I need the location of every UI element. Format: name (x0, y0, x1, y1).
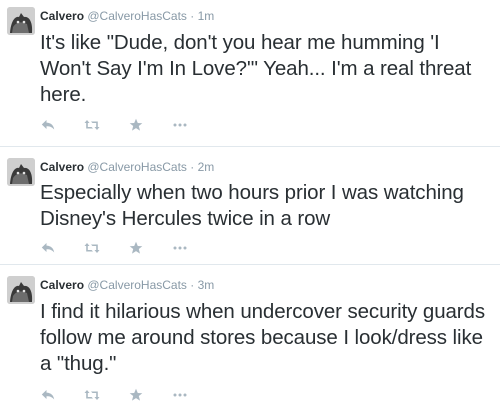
header-separator: · (190, 9, 195, 23)
avatar-cat-image (7, 276, 35, 304)
more-icon (173, 123, 187, 127)
more-button[interactable] (172, 240, 188, 256)
more-icon (173, 246, 187, 250)
tweet[interactable]: Calvero @CalveroHasCats · 1m It's like "… (0, 0, 500, 146)
tweet-actions (40, 240, 216, 256)
retweet-button[interactable] (84, 117, 100, 133)
author-handle[interactable]: @CalveroHasCats (87, 160, 187, 174)
retweet-button[interactable] (84, 387, 100, 403)
reply-button[interactable] (40, 117, 56, 133)
retweet-icon (84, 120, 100, 130)
author-name[interactable]: Calvero (40, 160, 84, 174)
header-separator: · (190, 160, 195, 174)
tweet-text: Especially when two hours prior I was wa… (40, 181, 464, 230)
tweet-header: Calvero @CalveroHasCats · 2m (40, 159, 214, 175)
timestamp[interactable]: 3m (198, 278, 215, 292)
favorite-icon (129, 388, 143, 401)
tweet-actions (40, 387, 216, 403)
retweet-button[interactable] (84, 240, 100, 256)
author-name[interactable]: Calvero (40, 278, 84, 292)
timestamp[interactable]: 1m (198, 9, 215, 23)
author-handle[interactable]: @CalveroHasCats (87, 9, 187, 23)
reply-icon (41, 390, 55, 400)
reply-icon (41, 120, 55, 130)
author-handle[interactable]: @CalveroHasCats (87, 278, 187, 292)
favorite-icon (129, 118, 143, 131)
tweet-header: Calvero @CalveroHasCats · 3m (40, 277, 214, 293)
avatar[interactable] (7, 158, 35, 186)
more-button[interactable] (172, 117, 188, 133)
favorite-button[interactable] (128, 117, 144, 133)
tweet-header: Calvero @CalveroHasCats · 1m (40, 8, 214, 24)
favorite-button[interactable] (128, 387, 144, 403)
author-name[interactable]: Calvero (40, 9, 84, 23)
tweet-text: I find it hilarious when undercover secu… (40, 300, 485, 375)
tweet-actions (40, 117, 216, 133)
avatar[interactable] (7, 7, 35, 35)
tweet[interactable]: Calvero @CalveroHasCats · 3m I find it h… (0, 264, 500, 411)
reply-button[interactable] (40, 240, 56, 256)
reply-icon (41, 243, 55, 253)
avatar-cat-image (7, 7, 35, 35)
retweet-icon (84, 243, 100, 253)
tweet-text: It's like "Dude, don't you hear me hummi… (40, 31, 472, 106)
more-button[interactable] (172, 387, 188, 403)
tweet[interactable]: Calvero @CalveroHasCats · 2m Especially … (0, 146, 500, 264)
avatar-cat-image (7, 158, 35, 186)
favorite-button[interactable] (128, 240, 144, 256)
avatar[interactable] (7, 276, 35, 304)
timestamp[interactable]: 2m (198, 160, 215, 174)
favorite-icon (129, 241, 143, 254)
more-icon (173, 393, 187, 397)
reply-button[interactable] (40, 387, 56, 403)
timeline: Calvero @CalveroHasCats · 1m It's like "… (0, 0, 500, 411)
header-separator: · (190, 278, 195, 292)
retweet-icon (84, 390, 100, 400)
